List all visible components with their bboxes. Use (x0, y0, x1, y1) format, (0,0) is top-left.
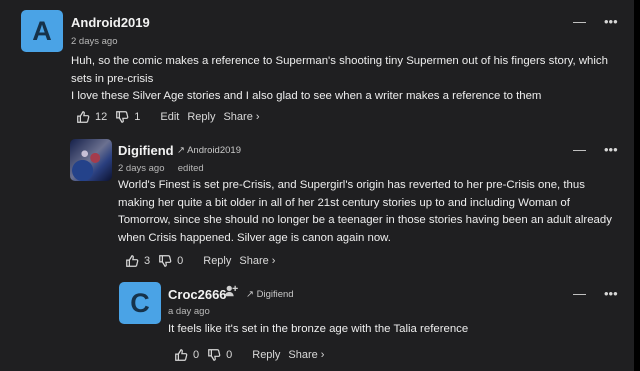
upvote-count: 12 (95, 111, 108, 123)
more-options-icon[interactable]: ••• (604, 286, 618, 301)
collapse-icon[interactable]: — (573, 286, 586, 301)
author-name[interactable]: Digifiend (118, 143, 174, 158)
comment-body: World's Finest is set pre-Crisis, and Su… (118, 177, 612, 247)
reply-to-link[interactable]: ↗ Android2019 (177, 145, 241, 156)
edit-button[interactable]: Edit (160, 111, 179, 123)
upvote-button[interactable]: 3 (125, 254, 150, 268)
avatar-android2019[interactable]: A (21, 10, 63, 52)
comment-line: sets in pre-crisis (71, 72, 154, 85)
thumbs-down-icon (207, 348, 221, 362)
avatar-croc2666[interactable]: C (119, 282, 161, 324)
downvote-button[interactable]: 0 (207, 348, 232, 362)
reply-to-user: Digifiend (256, 289, 294, 300)
comment-menu: — ••• (573, 286, 618, 301)
scrollbar[interactable] (634, 0, 640, 371)
upvote-button[interactable]: 12 (76, 110, 107, 124)
share-button[interactable]: Share › (288, 349, 324, 361)
downvote-count: 1 (134, 111, 141, 123)
thumbs-down-icon (158, 254, 172, 268)
timestamp-row: 2 days ago edited (118, 163, 204, 174)
collapse-icon[interactable]: — (573, 14, 586, 29)
share-button[interactable]: Share › (239, 255, 275, 267)
timestamp[interactable]: 2 days ago (118, 163, 164, 174)
thumbs-up-icon (174, 348, 188, 362)
downvote-count: 0 (177, 255, 184, 267)
timestamp[interactable]: 2 days ago (71, 36, 117, 47)
thumbs-up-icon (125, 254, 139, 268)
comment-line: Tomorrow, since she should no longer be … (118, 214, 612, 226)
author-name[interactable]: Croc2666 (168, 287, 227, 302)
upvote-count: 3 (144, 255, 151, 267)
downvote-button[interactable]: 0 (158, 254, 183, 268)
comment-actions: 12 1 Edit Reply Share › (76, 110, 260, 124)
comment-line: when Crisis happened. Silver age is cano… (118, 231, 391, 244)
thumbs-down-icon (115, 110, 129, 124)
comment-line: It feels like it's set in the bronze age… (168, 323, 469, 335)
comment-body: It feels like it's set in the bronze age… (168, 321, 468, 339)
comment-menu: — ••• (573, 14, 618, 29)
downvote-button[interactable]: 1 (115, 110, 140, 124)
author-name[interactable]: Android2019 (71, 15, 150, 30)
reply-to-user: Android2019 (187, 145, 241, 156)
reply-button[interactable]: Reply (252, 349, 280, 361)
comment-actions: 0 0 Reply Share › (174, 348, 324, 362)
comment-menu: — ••• (573, 142, 618, 157)
share-button[interactable]: Share › (223, 111, 259, 123)
reply-button[interactable]: Reply (203, 255, 231, 267)
comment-line: making her quite a bit older in all of h… (118, 196, 570, 209)
thumbs-up-icon (76, 110, 90, 124)
collapse-icon[interactable]: — (573, 142, 586, 157)
reply-button[interactable]: Reply (187, 111, 215, 123)
more-options-icon[interactable]: ••• (604, 142, 618, 157)
comment-body: Huh, so the comic makes a reference to S… (71, 53, 608, 106)
comment-line: Huh, so the comic makes a reference to S… (71, 55, 608, 67)
more-options-icon[interactable]: ••• (604, 14, 618, 29)
comment-line: World's Finest is set pre-Crisis, and Su… (118, 179, 585, 191)
reply-arrow-icon: ↗ (246, 289, 254, 300)
comment-line: I love these Silver Age stories and I al… (71, 90, 542, 102)
edited-label: edited (177, 163, 204, 174)
reply-to-link[interactable]: ↗ Digifiend (246, 289, 294, 300)
timestamp[interactable]: a day ago (168, 306, 210, 317)
avatar-digifiend[interactable] (70, 139, 112, 181)
comment-actions: 3 0 Reply Share › (125, 254, 275, 268)
upvote-button[interactable]: 0 (174, 348, 199, 362)
upvote-count: 0 (193, 349, 200, 361)
follow-user-icon[interactable] (224, 284, 238, 298)
reply-arrow-icon: ↗ (177, 145, 185, 156)
downvote-count: 0 (226, 349, 233, 361)
